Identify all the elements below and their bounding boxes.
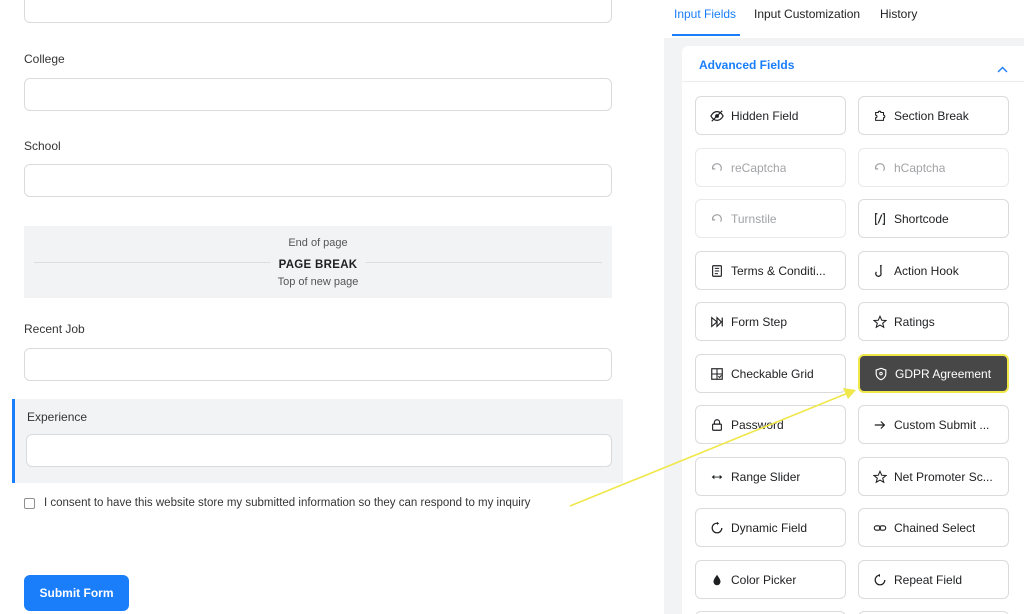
recent-job-label: Recent Job <box>24 322 85 336</box>
custom-submit-button[interactable]: Custom Submit ... <box>858 405 1009 444</box>
section-break-button[interactable]: Section Break <box>858 96 1009 135</box>
consent-text: I consent to have this website store my … <box>44 497 531 509</box>
active-tab-indicator <box>672 34 740 36</box>
experience-label: Experience <box>27 410 88 424</box>
school-label: School <box>24 139 61 153</box>
school-input[interactable] <box>24 164 612 197</box>
star-outline-icon <box>872 469 888 485</box>
terms-conditions-button[interactable]: Terms & Conditi... <box>695 251 846 290</box>
recent-job-input[interactable] <box>24 348 612 381</box>
turnstile-button[interactable]: Turnstile <box>695 199 846 238</box>
refresh-icon <box>709 520 725 536</box>
consent-row[interactable]: I consent to have this website store my … <box>24 497 530 509</box>
tab-history[interactable]: History <box>880 7 917 21</box>
chained-select-button[interactable]: Chained Select <box>858 508 1009 547</box>
ratings-button[interactable]: Ratings <box>858 302 1009 341</box>
recaptcha-icon <box>709 160 725 176</box>
chain-icon <box>872 520 888 536</box>
college-input[interactable] <box>24 78 612 111</box>
color-picker-button[interactable]: Color Picker <box>695 560 846 599</box>
hcaptcha-icon <box>872 160 888 176</box>
panel-tabs: Input Fields Input Customization History <box>664 0 1024 38</box>
shortcode-icon <box>872 211 888 227</box>
submit-button[interactable]: Submit Form <box>24 575 129 611</box>
grid-check-icon <box>709 366 725 382</box>
recaptcha-button[interactable]: reCaptcha <box>695 148 846 187</box>
college-label: College <box>24 52 65 66</box>
form-step-button[interactable]: Form Step <box>695 302 846 341</box>
editor-panel: Input Fields Input Customization History… <box>664 0 1024 614</box>
gdpr-agreement-button[interactable]: GDPR Agreement <box>858 354 1009 393</box>
fast-forward-icon <box>709 314 725 330</box>
puzzle-icon <box>872 108 888 124</box>
net-promoter-score-button[interactable]: Net Promoter Sc... <box>858 457 1009 496</box>
repeat-icon <box>872 572 888 588</box>
eye-slash-icon <box>709 108 725 124</box>
consent-checkbox[interactable] <box>24 497 35 509</box>
action-hook-button[interactable]: Action Hook <box>858 251 1009 290</box>
tab-input-customization[interactable]: Input Customization <box>754 7 860 21</box>
hidden-field-button[interactable]: Hidden Field <box>695 96 846 135</box>
chevron-up-icon[interactable] <box>997 60 1008 78</box>
password-button[interactable]: Password <box>695 405 846 444</box>
star-icon <box>872 314 888 330</box>
hcaptcha-button[interactable]: hCaptcha <box>858 148 1009 187</box>
lock-icon <box>709 417 725 433</box>
document-icon <box>709 263 725 279</box>
repeat-field-button[interactable]: Repeat Field <box>858 560 1009 599</box>
page-break-top-text: Top of new page <box>277 276 359 288</box>
experience-input[interactable] <box>26 434 612 467</box>
tab-input-fields[interactable]: Input Fields <box>674 7 736 21</box>
drop-icon <box>709 572 725 588</box>
shield-icon <box>873 366 889 382</box>
checkable-grid-button[interactable]: Checkable Grid <box>695 354 846 393</box>
advanced-fields-title: Advanced Fields <box>699 58 795 72</box>
range-icon <box>709 469 725 485</box>
form-preview: College School End of page PAGE BREAK To… <box>0 0 664 614</box>
advanced-fields-card: Advanced Fields Hidden Field Section Bre… <box>682 46 1024 614</box>
turnstile-icon <box>709 211 725 227</box>
dynamic-field-button[interactable]: Dynamic Field <box>695 508 846 547</box>
arrow-right-icon <box>872 417 888 433</box>
advanced-fields-header[interactable]: Advanced Fields <box>682 46 1024 82</box>
range-slider-button[interactable]: Range Slider <box>695 457 846 496</box>
shortcode-button[interactable]: Shortcode <box>858 199 1009 238</box>
hook-icon <box>872 263 888 279</box>
previous-field-input[interactable] <box>24 0 612 23</box>
page-break-title-wrap: PAGE BREAK <box>270 255 366 273</box>
experience-field-selected[interactable]: Experience <box>12 399 623 483</box>
page-break-title: PAGE BREAK <box>278 259 358 271</box>
page-break-block[interactable]: End of page PAGE BREAK Top of new page <box>24 226 612 298</box>
page-break-end-text: End of page <box>288 237 348 249</box>
